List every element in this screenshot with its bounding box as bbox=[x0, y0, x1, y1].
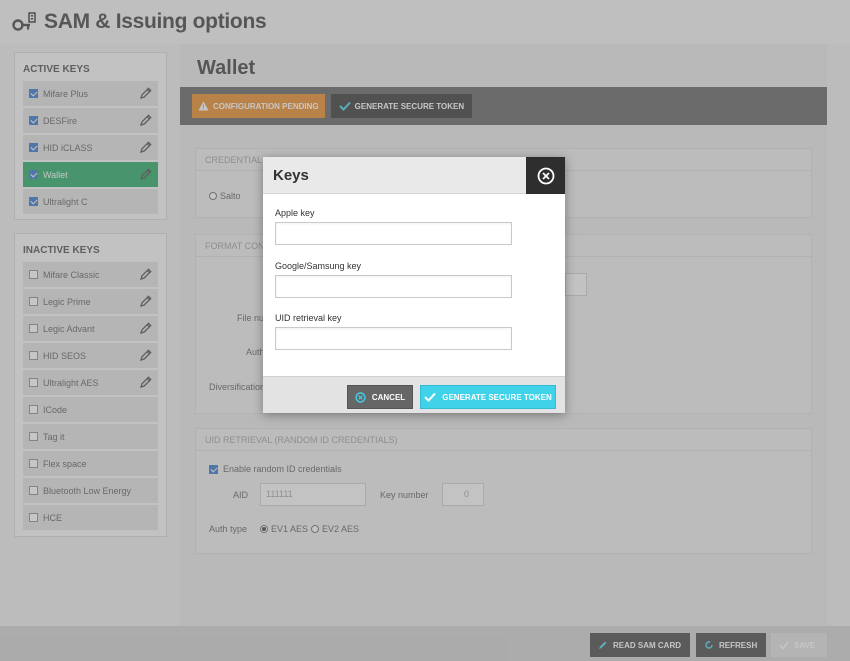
generate-secure-token-button[interactable]: GENERATE SECURE TOKEN bbox=[420, 385, 556, 409]
uid-retrieval-key-label: UID retrieval key bbox=[275, 313, 342, 323]
cancel-label: CANCEL bbox=[371, 392, 406, 402]
modal-close-button[interactable] bbox=[526, 157, 565, 194]
google-samsung-key-label: Google/Samsung key bbox=[275, 261, 362, 271]
modal-header: Keys bbox=[263, 157, 565, 194]
uid-retrieval-key-input[interactable] bbox=[275, 327, 512, 350]
cancel-icon bbox=[355, 391, 366, 403]
modal-title: Keys bbox=[273, 167, 309, 184]
keys-modal: Keys Apple key Google/Samsung key UID re… bbox=[263, 157, 565, 413]
modal-footer: CANCEL GENERATE SECURE TOKEN bbox=[263, 376, 565, 413]
check-icon bbox=[424, 392, 436, 402]
cancel-button[interactable]: CANCEL bbox=[347, 385, 413, 409]
apple-key-label: Apple key bbox=[275, 208, 315, 218]
close-icon bbox=[537, 167, 554, 184]
google-samsung-key-input[interactable] bbox=[275, 275, 512, 298]
generate-secure-token-label: GENERATE SECURE TOKEN bbox=[442, 392, 552, 402]
apple-key-input[interactable] bbox=[275, 222, 512, 245]
